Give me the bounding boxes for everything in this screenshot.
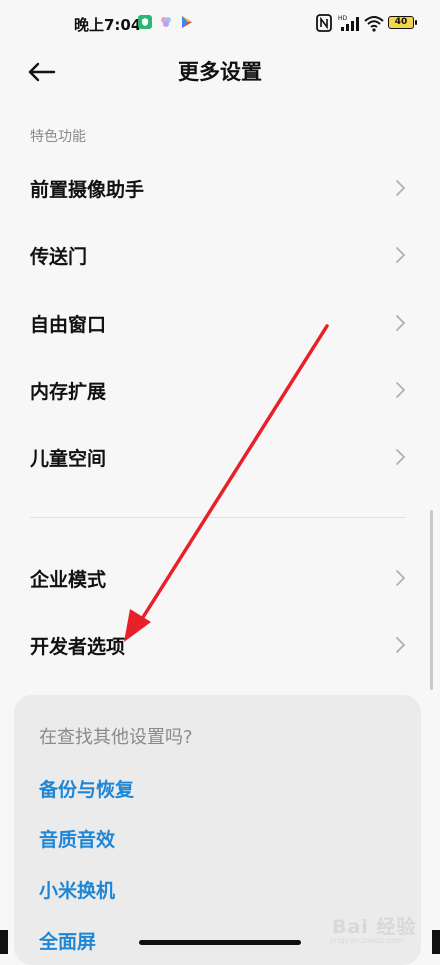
settings-item-label: 开发者选项	[30, 636, 126, 658]
signal-label: HD	[338, 15, 348, 22]
play-store-icon	[182, 16, 192, 28]
nfc-icon	[316, 14, 332, 32]
settings-item-label: 自由窗口	[30, 314, 107, 336]
section-divider	[30, 517, 406, 518]
status-time: 晚上7:04	[74, 16, 142, 34]
edge-mark-right	[432, 930, 440, 954]
settings-item-label: 传送门	[30, 246, 88, 268]
settings-item-label: 前置摄像助手	[30, 179, 145, 201]
settings-item-kids-space[interactable]: 儿童空间	[0, 428, 430, 486]
battery-tip	[415, 20, 417, 25]
status-bar: 晚上7:04 HD 40	[0, 0, 440, 48]
chevron-right-icon	[396, 637, 406, 653]
settings-item-label: 儿童空间	[30, 448, 107, 470]
watermark-subtext: jingyan.baidu.com	[330, 936, 404, 945]
page-title: 更多设置	[178, 60, 262, 84]
suggestion-link-full-screen[interactable]: 全面屏	[39, 927, 96, 954]
chevron-right-icon	[396, 449, 406, 465]
security-app-icon	[138, 15, 152, 29]
suggestions-title: 在查找其他设置吗?	[39, 727, 193, 748]
chevron-right-icon	[396, 247, 406, 263]
battery-icon: 40	[388, 16, 414, 29]
section-label-featured: 特色功能	[30, 129, 86, 145]
settings-item-memory-extension[interactable]: 内存扩展	[0, 361, 430, 419]
gesture-nav-handle[interactable]	[139, 940, 301, 945]
header: 更多设置	[0, 48, 440, 94]
flower-app-icon	[161, 17, 171, 27]
edge-mark-left	[0, 930, 8, 954]
settings-item-label: 内存扩展	[30, 381, 107, 403]
suggestion-link-sound-effects[interactable]: 音质音效	[39, 825, 115, 852]
chevron-right-icon	[396, 315, 406, 331]
settings-item-front-camera-assistant[interactable]: 前置摄像助手	[0, 159, 430, 217]
scrollbar[interactable]	[430, 510, 433, 690]
chevron-right-icon	[396, 180, 406, 196]
signal-icon: HD	[338, 15, 359, 31]
baidu-jingyan-watermark: Bai 经验 jingyan.baidu.com	[320, 900, 430, 948]
suggestion-link-mi-mover[interactable]: 小米换机	[39, 876, 115, 903]
battery-level: 40	[394, 17, 408, 27]
chevron-right-icon	[396, 382, 406, 398]
wifi-icon	[364, 16, 384, 32]
watermark-text: Bai 经验	[332, 916, 417, 938]
chevron-right-icon	[396, 570, 406, 586]
suggestion-link-backup-restore[interactable]: 备份与恢复	[39, 775, 134, 802]
settings-item-free-window[interactable]: 自由窗口	[0, 294, 430, 352]
settings-item-label: 企业模式	[30, 569, 107, 591]
settings-item-portal[interactable]: 传送门	[0, 226, 430, 284]
settings-item-developer-options[interactable]: 开发者选项	[0, 616, 430, 674]
settings-item-enterprise-mode[interactable]: 企业模式	[0, 549, 430, 607]
